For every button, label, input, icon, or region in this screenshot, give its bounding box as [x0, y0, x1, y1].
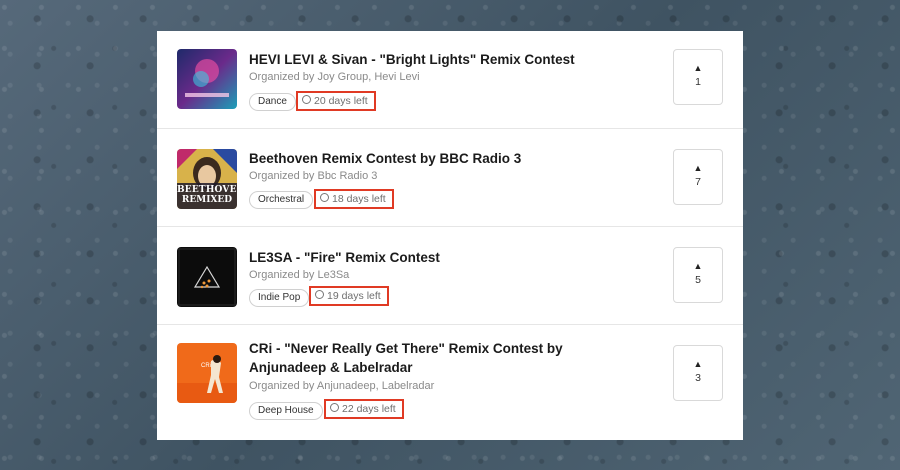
contest-row[interactable]: BEETHOVEN REMIXED Beethoven Remix Contes…	[157, 129, 743, 227]
genre-tag[interactable]: Deep House	[249, 402, 323, 420]
contest-artwork[interactable]	[177, 49, 237, 109]
upvote-button[interactable]: ▲ 5	[673, 247, 723, 303]
contest-title[interactable]: CRi - "Never Really Get There" Remix Con…	[249, 339, 629, 377]
days-left: 18 days left	[314, 189, 394, 209]
vote-count: 5	[695, 274, 701, 286]
genre-tag[interactable]: Indie Pop	[249, 289, 310, 307]
artwork-text: CRi	[201, 363, 211, 369]
clock-icon	[315, 290, 324, 299]
days-left-label: 20 days left	[314, 95, 368, 107]
upvote-button[interactable]: ▲ 7	[673, 149, 723, 205]
artwork-text: BEETHOVEN	[177, 185, 237, 195]
contest-organizer[interactable]: Organized by Le3Sa	[249, 269, 349, 281]
clock-icon	[302, 95, 311, 104]
contest-title[interactable]: LE3SA - "Fire" Remix Contest	[249, 248, 629, 267]
upvote-arrow-icon: ▲	[693, 163, 703, 173]
vote-count: 1	[695, 76, 701, 88]
days-left-label: 19 days left	[327, 290, 381, 302]
genre-tag[interactable]: Dance	[249, 93, 296, 111]
contest-row[interactable]: HEVI LEVI & Sivan - "Bright Lights" Remi…	[157, 31, 743, 129]
days-left: 22 days left	[324, 399, 404, 419]
clock-icon	[320, 193, 329, 202]
upvote-arrow-icon: ▲	[693, 359, 703, 369]
contest-artwork[interactable]: BEETHOVEN REMIXED	[177, 149, 237, 209]
days-left: 20 days left	[296, 91, 376, 111]
contest-organizer[interactable]: Organized by Joy Group, Hevi Levi	[249, 71, 420, 83]
upvote-button[interactable]: ▲ 1	[673, 49, 723, 105]
contest-title[interactable]: HEVI LEVI & Sivan - "Bright Lights" Remi…	[249, 50, 629, 69]
artwork-text: REMIXED	[181, 195, 233, 205]
upvote-button[interactable]: ▲ 3	[673, 345, 723, 401]
contest-organizer[interactable]: Organized by Anjunadeep, Labelradar	[249, 380, 434, 392]
contest-organizer[interactable]: Organized by Bbc Radio 3	[249, 170, 377, 182]
vote-count: 7	[695, 176, 701, 188]
contest-title[interactable]: Beethoven Remix Contest by BBC Radio 3	[249, 149, 629, 168]
clock-icon	[330, 403, 339, 412]
contest-artwork[interactable]: CRi	[177, 343, 237, 403]
days-left-label: 18 days left	[332, 193, 386, 205]
vote-count: 3	[695, 372, 701, 384]
contest-list: HEVI LEVI & Sivan - "Bright Lights" Remi…	[157, 31, 743, 440]
genre-tag[interactable]: Orchestral	[249, 191, 314, 209]
contest-row[interactable]: CRi CRi - "Never Really Get There" Remix…	[157, 325, 743, 440]
contest-row[interactable]: LE3SA - "Fire" Remix Contest Organized b…	[157, 227, 743, 325]
upvote-arrow-icon: ▲	[693, 63, 703, 73]
days-left-label: 22 days left	[342, 403, 396, 415]
upvote-arrow-icon: ▲	[693, 261, 703, 271]
days-left: 19 days left	[309, 286, 389, 306]
contest-artwork[interactable]	[177, 247, 237, 307]
